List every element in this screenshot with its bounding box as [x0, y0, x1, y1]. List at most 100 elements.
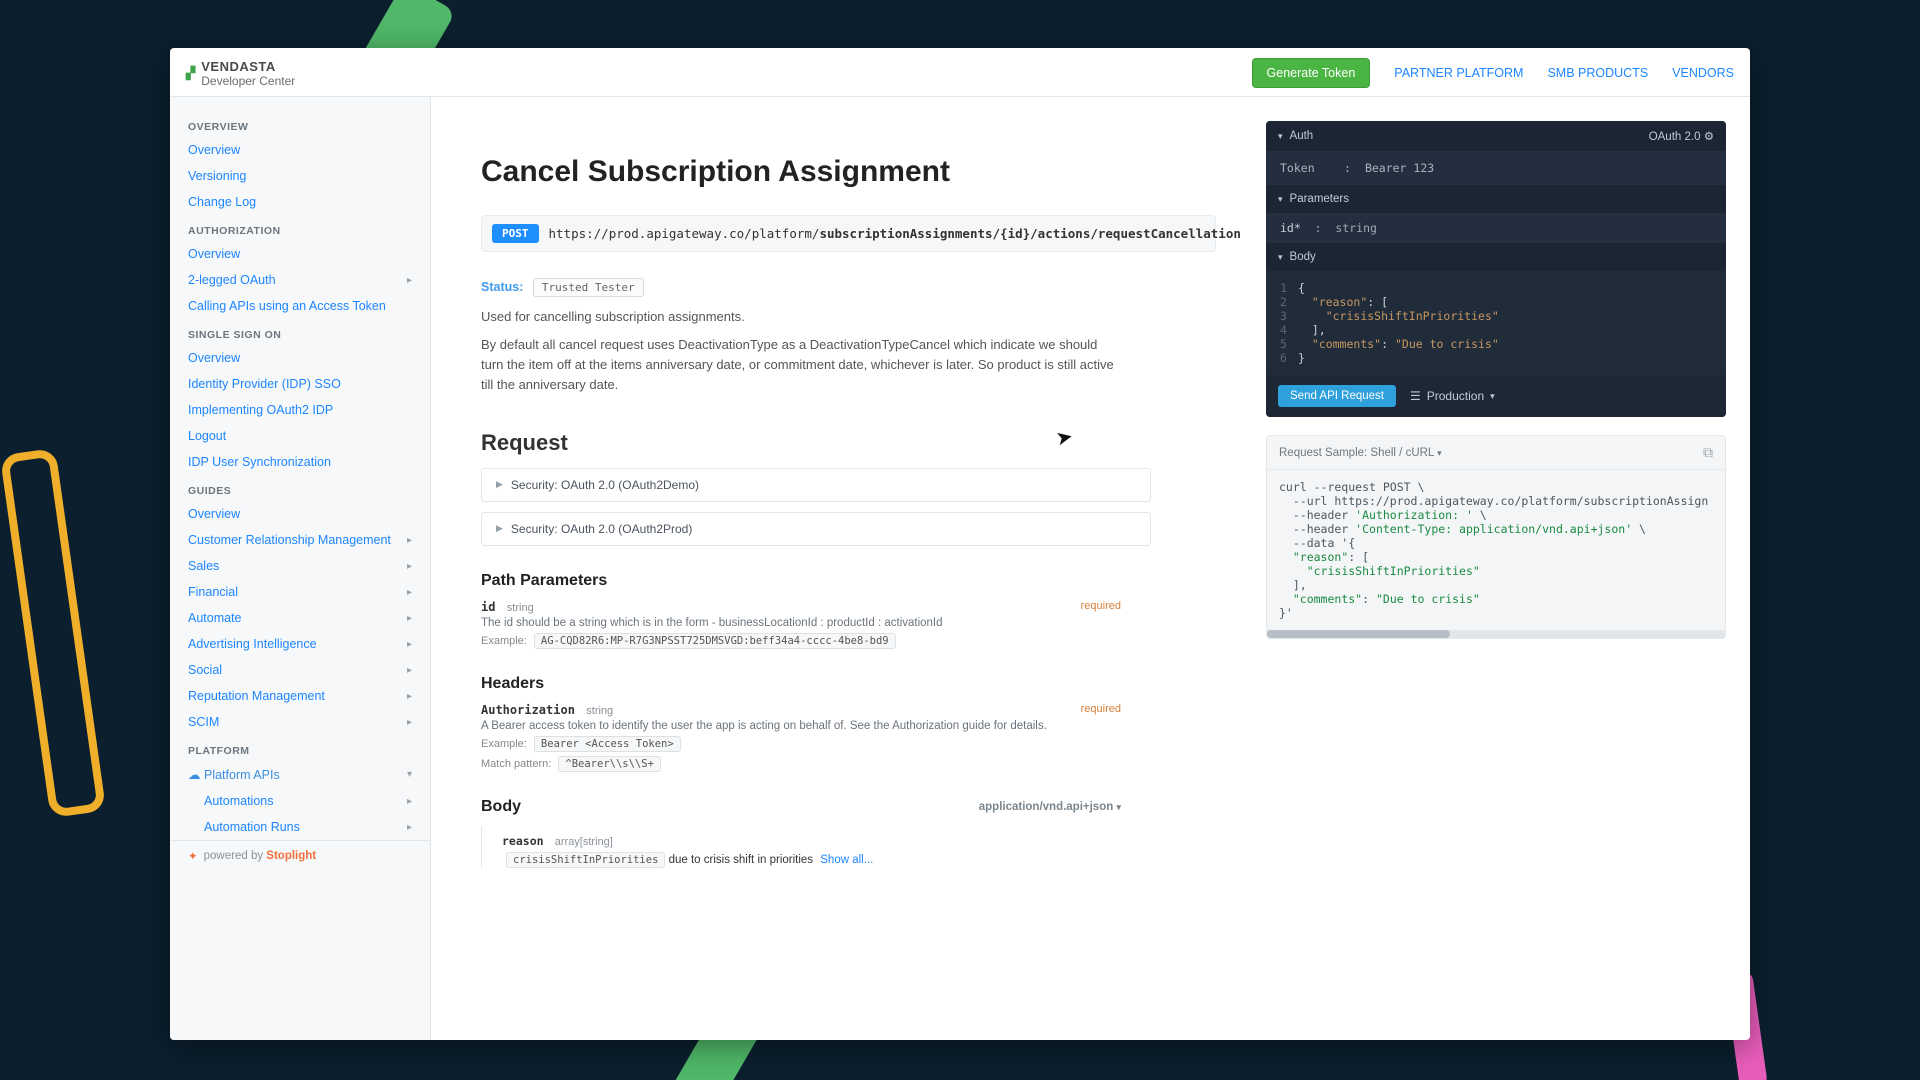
status-tag: Trusted Tester — [533, 278, 644, 297]
endpoint-base: https://prod.apigateway.co/platform/ — [549, 226, 820, 241]
sidebar-item[interactable]: Automations ▸ — [170, 788, 430, 814]
sidebar-item[interactable]: Automation Runs▸ — [170, 814, 430, 840]
parameter-row: id* : string — [1266, 213, 1726, 243]
sidebar-item-label: Logout — [188, 429, 226, 443]
chevron-right-icon: ▸ — [407, 796, 412, 807]
header-auth-match: ^Bearer\\s\\S+ — [558, 756, 661, 772]
sidebar-item[interactable]: IDP User Synchronization — [170, 449, 430, 475]
sidebar-item-label: Automate — [188, 611, 242, 625]
sidebar[interactable]: OVERVIEWOverviewVersioningChange LogAUTH… — [170, 97, 431, 1040]
right-column: ▾Auth OAuth 2.0 ⚙ Token : Bearer 123 ▾Pa… — [1266, 97, 1750, 1040]
topbar: ▞ VENDASTA Developer Center Generate Tok… — [170, 48, 1750, 97]
code-line: "reason": [ — [1279, 550, 1713, 564]
sample-code[interactable]: curl --request POST \ --url https://prod… — [1267, 470, 1725, 630]
sidebar-item[interactable]: ☁ Platform APIs▾ — [170, 761, 430, 788]
endpoint-url: https://prod.apigateway.co/platform/subs… — [549, 226, 1241, 241]
sidebar-item[interactable]: Reputation Management▸ — [170, 683, 430, 709]
sidebar-item[interactable]: 2-legged OAuth▸ — [170, 267, 430, 293]
code-line: 1{ — [1280, 281, 1712, 295]
sidebar-item[interactable]: Customer Relationship Management▸ — [170, 527, 430, 553]
parameters-header[interactable]: ▾Parameters — [1266, 185, 1726, 213]
body-header[interactable]: ▾Body — [1266, 243, 1726, 271]
sidebar-item[interactable]: Logout — [170, 423, 430, 449]
generate-token-button[interactable]: Generate Token — [1252, 58, 1371, 88]
chevron-down-icon: ▾ — [1278, 252, 1283, 263]
sidebar-item[interactable]: Calling APIs using an Access Token — [170, 293, 430, 319]
code-line: --url https://prod.apigateway.co/platfor… — [1279, 494, 1713, 508]
sidebar-item-label: ☁ Platform APIs — [188, 767, 280, 782]
sidebar-item[interactable]: Sales▸ — [170, 553, 430, 579]
server-icon: ☰ — [1410, 389, 1421, 403]
sidebar-item-label: Change Log — [188, 195, 256, 209]
header-auth-match-label: Match pattern: — [481, 758, 551, 770]
main-content: Cancel Subscription Assignment POST http… — [431, 97, 1266, 1040]
code-line: --data '{ — [1279, 536, 1713, 550]
sidebar-item-label: SCIM — [188, 715, 219, 729]
sidebar-item-label: IDP User Synchronization — [188, 455, 331, 469]
token-value[interactable]: Bearer 123 — [1365, 161, 1434, 175]
chevron-right-icon: ▸ — [407, 613, 412, 624]
auth-title: Auth — [1290, 130, 1314, 142]
sidebar-item[interactable]: Change Log — [170, 189, 430, 215]
sidebar-group-title: AUTHORIZATION — [170, 215, 430, 241]
environment-selector[interactable]: ☰ Production ▾ — [1410, 389, 1495, 403]
try-footer: Send API Request ☰ Production ▾ — [1266, 375, 1726, 417]
auth-header[interactable]: ▾Auth OAuth 2.0 ⚙ — [1266, 121, 1726, 151]
auth-scheme[interactable]: OAuth 2.0 ⚙ — [1649, 129, 1714, 143]
sidebar-item[interactable]: Overview — [170, 241, 430, 267]
send-request-button[interactable]: Send API Request — [1278, 385, 1396, 407]
code-line: }' — [1279, 606, 1713, 620]
sidebar-footer[interactable]: ✦ powered by Stoplight — [170, 840, 430, 871]
chevron-down-icon: ▾ — [1437, 448, 1442, 458]
sample-title[interactable]: Request Sample: Shell / cURL ▾ — [1279, 447, 1442, 459]
body-heading: Body — [481, 798, 521, 816]
status-row: Status: Trusted Tester — [481, 278, 1216, 297]
sidebar-item[interactable]: SCIM▸ — [170, 709, 430, 735]
sidebar-item-label: Advertising Intelligence — [188, 637, 317, 651]
code-line: 3 "crisisShiftInPriorities" — [1280, 309, 1712, 323]
sidebar-item[interactable]: Social▸ — [170, 657, 430, 683]
sidebar-group-title: SINGLE SIGN ON — [170, 319, 430, 345]
security-box-1[interactable]: ▶ Security: OAuth 2.0 (OAuth2Demo) — [481, 468, 1151, 502]
header-auth-desc: A Bearer access token to identify the us… — [481, 720, 1121, 732]
code-line: --header 'Content-Type: application/vnd.… — [1279, 522, 1713, 536]
sidebar-item[interactable]: Advertising Intelligence▸ — [170, 631, 430, 657]
sidebar-item[interactable]: Identity Provider (IDP) SSO — [170, 371, 430, 397]
body-editor[interactable]: 1{2 "reason": [3 "crisisShiftInPrioritie… — [1266, 271, 1726, 375]
sidebar-item[interactable]: Financial▸ — [170, 579, 430, 605]
code-line: "crisisShiftInPriorities" — [1279, 564, 1713, 578]
sidebar-item[interactable]: Versioning — [170, 163, 430, 189]
sidebar-item-label: Overview — [188, 507, 240, 521]
security-box-2[interactable]: ▶ Security: OAuth 2.0 (OAuth2Prod) — [481, 512, 1151, 546]
token-label: Token — [1280, 161, 1330, 175]
sidebar-item[interactable]: Overview — [170, 345, 430, 371]
sidebar-item[interactable]: Implementing OAuth2 IDP — [170, 397, 430, 423]
sidebar-item-label: Customer Relationship Management — [188, 533, 391, 547]
param-value[interactable]: string — [1335, 221, 1377, 235]
sidebar-item[interactable]: Overview — [170, 501, 430, 527]
nav-smb-products[interactable]: SMB PRODUCTS — [1547, 66, 1648, 80]
header-param-block: Authorization string required A Bearer a… — [481, 703, 1121, 772]
sidebar-item-label: Financial — [188, 585, 238, 599]
sidebar-group-title: GUIDES — [170, 475, 430, 501]
sidebar-group-title: PLATFORM — [170, 735, 430, 761]
copy-icon[interactable]: ⧉ — [1703, 444, 1713, 461]
horizontal-scrollbar[interactable] — [1267, 630, 1725, 638]
param-id-required: required — [1081, 600, 1121, 614]
body-content-type[interactable]: application/vnd.api+json ▾ — [979, 801, 1121, 813]
powered-by-label: powered by — [204, 850, 267, 862]
code-line: 2 "reason": [ — [1280, 295, 1712, 309]
sidebar-item-label: Implementing OAuth2 IDP — [188, 403, 333, 417]
sidebar-item-label: Automations — [204, 794, 273, 808]
endpoint-path: subscriptionAssignments/{id}/actions/req… — [819, 226, 1240, 241]
nav-partner-platform[interactable]: PARTNER PLATFORM — [1394, 66, 1523, 80]
code-line: ], — [1279, 578, 1713, 592]
status-label: Status: — [481, 280, 523, 294]
brand[interactable]: ▞ VENDASTA Developer Center — [186, 60, 295, 87]
nav-vendors[interactable]: VENDORS — [1672, 66, 1734, 80]
sidebar-item[interactable]: Automate ▸ — [170, 605, 430, 631]
show-all-link[interactable]: Show all... — [820, 854, 873, 866]
sidebar-item[interactable]: Overview — [170, 137, 430, 163]
param-id-example-label: Example: — [481, 635, 527, 647]
sidebar-item-label: Overview — [188, 143, 240, 157]
